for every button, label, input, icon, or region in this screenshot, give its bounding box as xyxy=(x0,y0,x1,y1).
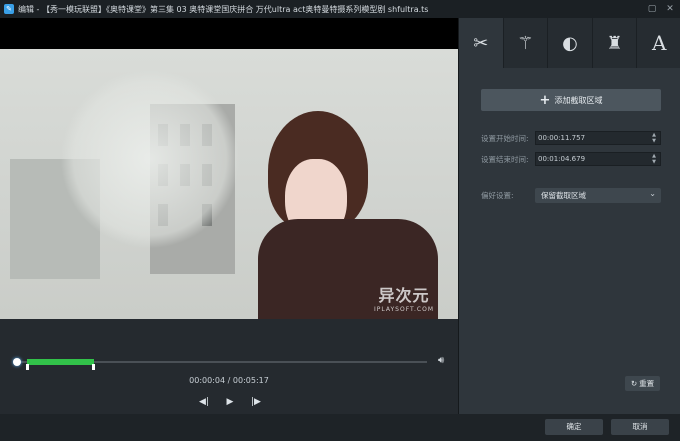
transport-controls: ◀︎| ▶︎ |▶︎ xyxy=(198,396,262,408)
close-icon[interactable]: ✕ xyxy=(664,3,676,15)
ok-button[interactable]: 确定 xyxy=(545,419,603,435)
add-crop-region-label: 添加截取区域 xyxy=(554,95,603,105)
reset-button[interactable]: ↻ 重置 xyxy=(625,376,660,391)
person-coat xyxy=(258,219,438,335)
edit-app-icon: ✎ xyxy=(4,4,14,14)
tab-watermark[interactable]: ♜ xyxy=(593,18,638,68)
watermark-main: 异次元 xyxy=(378,286,430,305)
title-bar: ✎ 编辑 - 【秀一模玩联盟】《奥特课堂》第三集 03 奥特课堂国庆拼合 万代u… xyxy=(0,0,680,18)
end-time-stepper[interactable]: ▲ ▼ xyxy=(650,153,658,165)
tab-text[interactable]: A xyxy=(637,18,680,68)
volume-icon[interactable]: 🔊︎ xyxy=(438,355,450,367)
next-frame-icon[interactable]: |▶︎ xyxy=(250,396,262,408)
previous-frame-icon[interactable]: ◀︎| xyxy=(198,396,210,408)
play-icon[interactable]: ▶︎ xyxy=(224,396,236,408)
tab-effects[interactable]: ⚚ xyxy=(504,18,549,68)
selection-end-handle[interactable] xyxy=(92,364,96,370)
start-time-value: 00:00:11.757 xyxy=(538,134,586,142)
end-time-field[interactable]: 00:01:04.679 ▲ ▼ xyxy=(535,152,661,166)
text-icon: A xyxy=(651,31,667,55)
video-preview[interactable]: 异次元 IPLAYSOFT.COM xyxy=(0,18,458,335)
preference-value: 保留截取区域 xyxy=(541,191,586,200)
selection-range[interactable] xyxy=(26,359,95,365)
selection-start-handle[interactable] xyxy=(25,364,29,370)
window-title: 编辑 - 【秀一模玩联盟】《奥特课堂》第三集 03 奥特课堂国庆拼合 万代ult… xyxy=(18,4,429,14)
reset-icon: ↻ xyxy=(630,379,638,388)
plus-icon: + xyxy=(539,92,551,108)
end-time-value: 00:01:04.679 xyxy=(538,155,586,163)
stamp-icon: ♜ xyxy=(606,32,623,54)
end-time-label: 设置结束时间: xyxy=(481,154,529,164)
tool-tabs: ✂ ⚚ ◐ ♜ A xyxy=(459,18,680,68)
scissors-icon: ✂ xyxy=(473,32,489,54)
start-time-field[interactable]: 00:00:11.757 ▲ ▼ xyxy=(535,131,661,145)
start-time-stepper[interactable]: ▲ ▼ xyxy=(650,132,658,144)
watermark-sub: IPLAYSOFT.COM xyxy=(374,306,434,313)
preference-label: 偏好设置: xyxy=(481,191,514,200)
cancel-button[interactable]: 取消 xyxy=(611,419,669,435)
timecode: 00:00:04 / 00:05:17 xyxy=(189,376,269,385)
tab-adjust[interactable]: ◐ xyxy=(548,18,593,68)
tab-trim[interactable]: ✂ xyxy=(459,18,504,68)
watermark: 异次元 IPLAYSOFT.COM xyxy=(374,282,434,313)
preference-select[interactable]: 保留截取区域 ⌄ xyxy=(535,188,661,203)
magic-wand-icon: ⚚ xyxy=(517,32,534,54)
restore-icon[interactable]: ▢ xyxy=(646,3,658,15)
timeline-track[interactable] xyxy=(13,358,427,370)
reset-label: 重置 xyxy=(639,379,655,388)
start-time-label: 设置开始时间: xyxy=(481,133,529,143)
add-crop-region-button[interactable]: + 添加截取区域 xyxy=(481,89,661,111)
playhead[interactable] xyxy=(13,358,21,366)
video-frame: 异次元 IPLAYSOFT.COM xyxy=(0,49,458,335)
brightness-icon: ◐ xyxy=(562,32,578,54)
chevron-down-icon: ⌄ xyxy=(649,189,656,198)
blossom-tree xyxy=(60,69,240,249)
edit-panel: ✂ ⚚ ◐ ♜ A + 添加截取区域 设置开始时间: 00:00:11.757 … xyxy=(458,18,680,414)
